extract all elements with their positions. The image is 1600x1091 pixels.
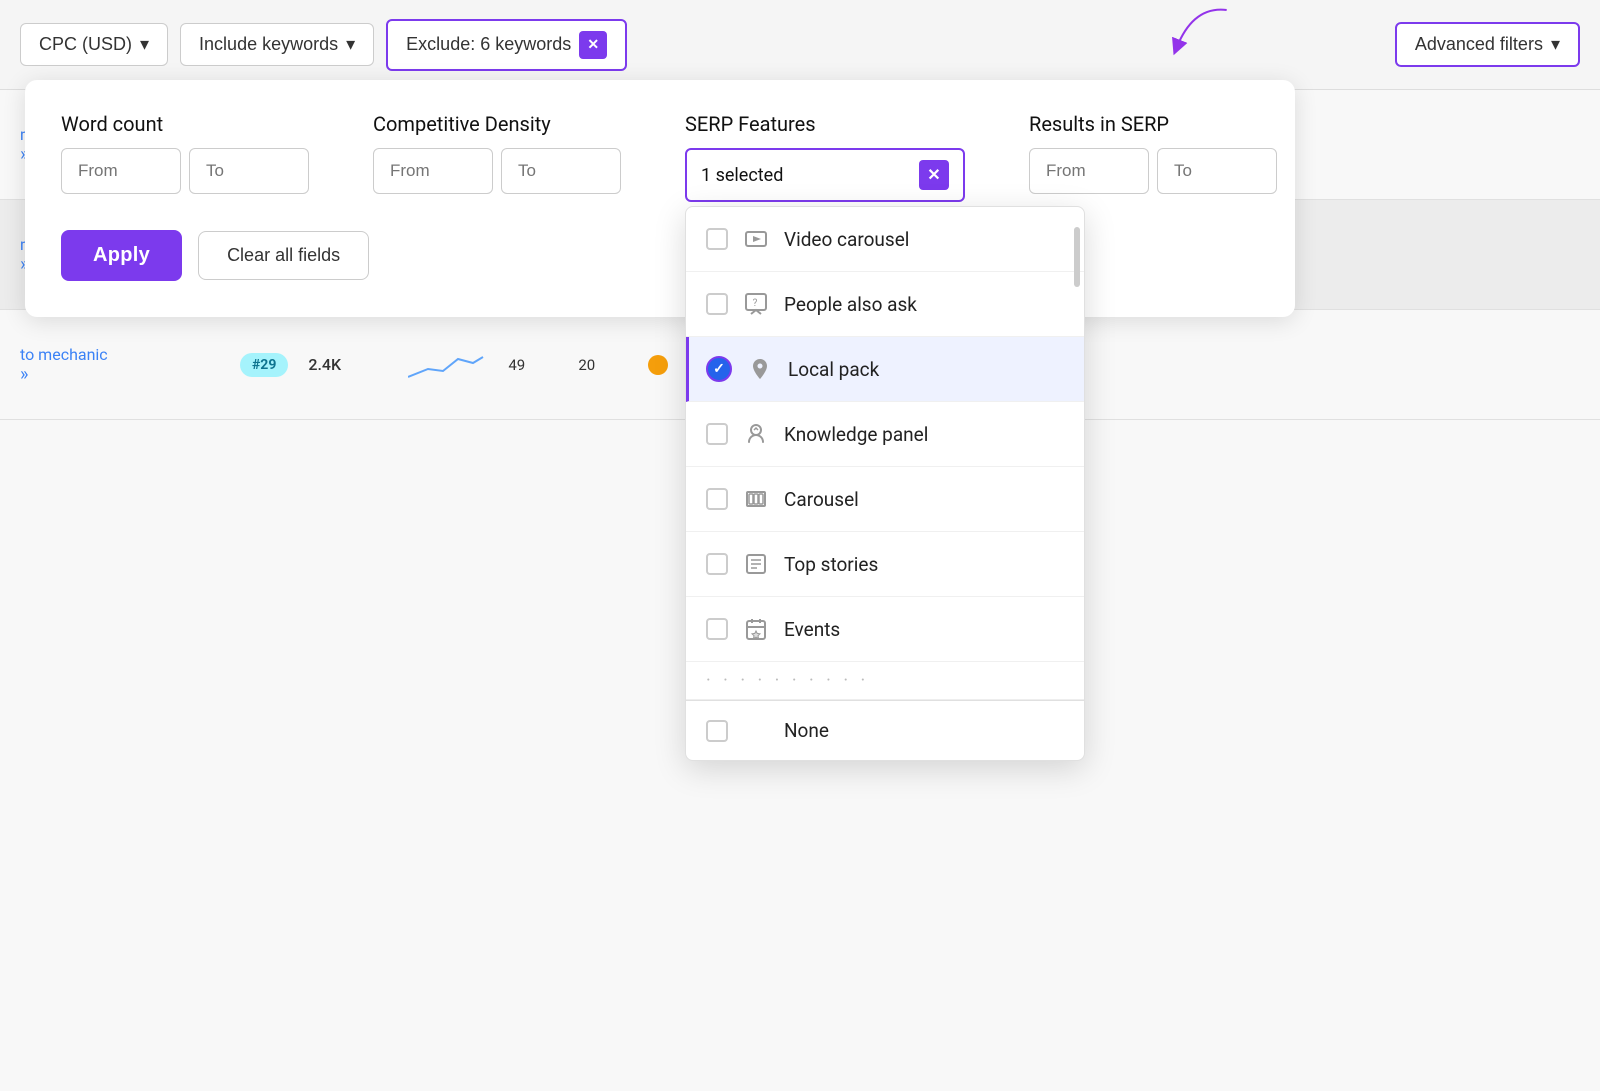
events-checkbox[interactable] — [706, 618, 728, 640]
serp-dropdown-items: Video carousel ? People also ask — [686, 207, 1084, 700]
local-pack-label: Local pack — [788, 358, 879, 381]
events-icon — [742, 615, 770, 643]
top-stories-checkbox[interactable] — [706, 553, 728, 575]
cpc-filter-button[interactable]: CPC (USD) ▾ — [20, 23, 168, 66]
include-keywords-button[interactable]: Include keywords ▾ — [180, 23, 374, 66]
num-cell: 49 — [508, 356, 558, 374]
local-pack-icon — [746, 355, 774, 383]
competitive-density-from-input[interactable] — [373, 148, 493, 194]
word-count-group: Word count — [61, 112, 309, 194]
results-in-serp-inputs — [1029, 148, 1277, 194]
knowledge-panel-icon — [742, 420, 770, 448]
serp-clear-button[interactable]: ✕ — [919, 160, 949, 190]
competitive-density-group: Competitive Density — [373, 112, 621, 194]
cpc-label: CPC (USD) — [39, 34, 132, 55]
serp-selected-text: 1 selected — [701, 165, 783, 186]
serp-features-selector[interactable]: 1 selected ✕ — [685, 148, 965, 202]
svg-text:?: ? — [753, 298, 758, 309]
carousel-icon — [742, 485, 770, 513]
filter-bar: CPC (USD) ▾ Include keywords ▾ Exclude: … — [0, 0, 1600, 90]
serp-dropdown: Video carousel ? People also ask — [685, 206, 1085, 761]
exclude-keywords-button[interactable]: Exclude: 6 keywords ✕ — [386, 19, 627, 71]
filter-groups: Word count Competitive Density SERP Feat… — [61, 112, 1259, 202]
competitive-density-inputs — [373, 148, 621, 194]
dropdown-scrollbar[interactable] — [1074, 227, 1080, 287]
knowledge-panel-label: Knowledge panel — [784, 423, 928, 446]
video-carousel-icon — [742, 225, 770, 253]
volume-cell: 2.4K — [308, 355, 388, 374]
none-label: None — [784, 719, 829, 742]
sparkline — [408, 349, 488, 381]
clear-all-button[interactable]: Clear all fields — [198, 231, 369, 280]
carousel-label: Carousel — [784, 488, 859, 511]
dot-indicator — [648, 355, 668, 375]
results-in-serp-group: Results in SERP — [1029, 112, 1277, 194]
people-also-ask-label: People also ask — [784, 293, 917, 316]
dropdown-dotted-separator: · · · · · · · · · · — [686, 662, 1084, 700]
include-chevron-icon: ▾ — [346, 34, 355, 55]
local-pack-checkbox[interactable] — [706, 356, 732, 382]
none-checkbox[interactable] — [706, 720, 728, 742]
exclude-close-icon[interactable]: ✕ — [579, 31, 607, 59]
top-stories-icon — [742, 550, 770, 578]
serp-features-group: SERP Features 1 selected ✕ Video carouse… — [685, 112, 965, 202]
video-carousel-label: Video carousel — [784, 228, 909, 251]
video-carousel-checkbox[interactable] — [706, 228, 728, 250]
arrow-annotation — [1160, 0, 1260, 70]
word-count-to-input[interactable] — [189, 148, 309, 194]
serp-option-video-carousel[interactable]: Video carousel — [686, 207, 1084, 272]
serp-option-knowledge-panel[interactable]: Knowledge panel — [686, 402, 1084, 467]
include-label: Include keywords — [199, 34, 338, 55]
serp-option-people-also-ask[interactable]: ? People also ask — [686, 272, 1084, 337]
people-also-ask-checkbox[interactable] — [706, 293, 728, 315]
knowledge-panel-checkbox[interactable] — [706, 423, 728, 445]
word-count-label: Word count — [61, 112, 309, 136]
results-in-serp-to-input[interactable] — [1157, 148, 1277, 194]
word-count-inputs — [61, 148, 309, 194]
word-count-from-input[interactable] — [61, 148, 181, 194]
rank-badge: #29 — [240, 353, 288, 377]
cpc-chevron-icon: ▾ — [140, 34, 149, 55]
results-in-serp-from-input[interactable] — [1029, 148, 1149, 194]
filter-panel: Word count Competitive Density SERP Feat… — [25, 80, 1295, 317]
serp-option-none[interactable]: None — [686, 700, 1084, 760]
advanced-filters-button[interactable]: Advanced filters ▾ — [1395, 22, 1580, 67]
top-stories-label: Top stories — [784, 553, 878, 576]
serp-option-carousel[interactable]: Carousel — [686, 467, 1084, 532]
serp-option-local-pack[interactable]: Local pack — [686, 337, 1084, 402]
advanced-chevron-icon: ▾ — [1551, 34, 1560, 55]
exclude-label: Exclude: 6 keywords — [406, 34, 571, 55]
competitive-density-to-input[interactable] — [501, 148, 621, 194]
advanced-label: Advanced filters — [1415, 34, 1543, 55]
num-cell: 20 — [578, 356, 628, 374]
keyword-cell: to mechanic» — [20, 345, 220, 385]
serp-features-label: SERP Features — [685, 112, 965, 136]
apply-button[interactable]: Apply — [61, 230, 182, 281]
serp-option-top-stories[interactable]: Top stories — [686, 532, 1084, 597]
events-label: Events — [784, 618, 840, 641]
people-also-ask-icon: ? — [742, 290, 770, 318]
carousel-checkbox[interactable] — [706, 488, 728, 510]
serp-option-events[interactable]: Events — [686, 597, 1084, 662]
competitive-density-label: Competitive Density — [373, 112, 621, 136]
arrow-link[interactable]: » — [20, 364, 28, 385]
results-in-serp-label: Results in SERP — [1029, 112, 1277, 136]
